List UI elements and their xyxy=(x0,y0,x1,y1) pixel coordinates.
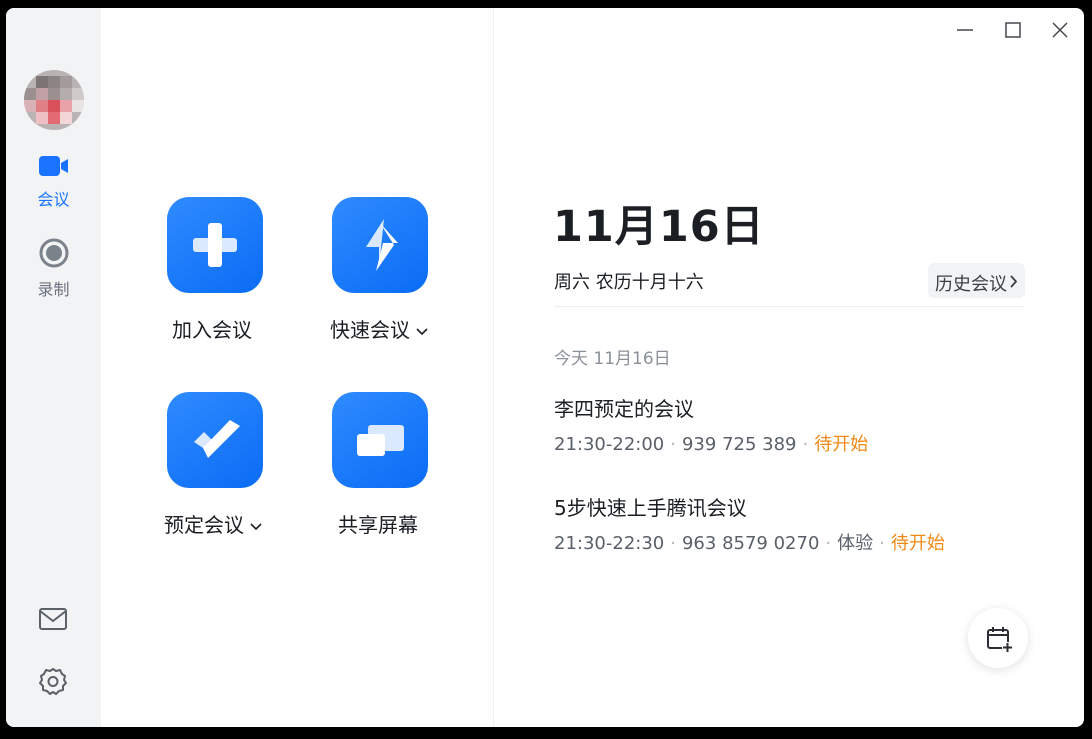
share-screen-icon xyxy=(357,425,404,456)
close-button[interactable] xyxy=(1044,16,1076,44)
meeting-title[interactable]: 李四预定的会议 xyxy=(554,393,694,422)
mail-icon[interactable] xyxy=(38,606,68,636)
join-meeting-button[interactable] xyxy=(167,197,263,293)
add-calendar-icon xyxy=(987,627,1013,653)
quick-meeting-label[interactable]: 快速会议 xyxy=(330,314,428,343)
history-meetings-label: 历史会议 xyxy=(935,274,1007,295)
quick-meeting-button[interactable] xyxy=(332,197,428,293)
avatar[interactable] xyxy=(24,70,84,130)
divider-line xyxy=(554,306,1025,307)
meeting-meta: 21:30-22:00 · 939 725 389 · 待开始 xyxy=(554,434,869,455)
settings-gear-icon[interactable] xyxy=(38,666,68,700)
meeting-title[interactable]: 5步快速上手腾讯会议 xyxy=(554,492,747,521)
app-window: 会议 录制 加入会议 快速会议 预定会议 共享屏幕 11月16日 周六 农历十月… xyxy=(6,8,1084,727)
video-camera-icon xyxy=(38,156,68,176)
checkmark-icon xyxy=(194,420,240,458)
meeting-tag: 体验 xyxy=(837,533,874,554)
share-screen-button[interactable] xyxy=(332,392,428,488)
meeting-id: 939 725 389 xyxy=(681,434,797,455)
meeting-time: 21:30-22:30 xyxy=(554,533,665,554)
meeting-id: 963 8579 0270 xyxy=(681,533,820,554)
status-badge: 待开始 xyxy=(814,434,869,455)
status-badge: 待开始 xyxy=(890,533,945,554)
lightning-icon xyxy=(366,219,398,271)
minimize-button[interactable] xyxy=(949,16,981,44)
join-meeting-label[interactable]: 加入会议 xyxy=(172,314,252,343)
sidebar: 会议 录制 xyxy=(6,8,101,727)
maximize-icon xyxy=(1005,22,1021,38)
minimize-icon xyxy=(957,29,973,31)
record-icon xyxy=(39,238,68,268)
history-meetings-button[interactable]: 历史会议 xyxy=(928,263,1025,298)
chevron-down-icon[interactable] xyxy=(416,327,428,336)
meeting-meta: 21:30-22:30 · 963 8579 0270 · 体验 · 待开始 xyxy=(554,533,945,554)
meeting-time: 21:30-22:00 xyxy=(554,434,665,455)
schedule-meeting-label[interactable]: 预定会议 xyxy=(164,509,262,538)
maximize-button[interactable] xyxy=(997,16,1029,44)
plus-icon xyxy=(193,223,237,267)
panel-divider xyxy=(493,8,494,727)
schedule-meeting-button[interactable] xyxy=(167,392,263,488)
sidebar-item-record[interactable]: 录制 xyxy=(6,238,101,300)
sidebar-item-label: 会议 xyxy=(37,190,70,209)
sidebar-item-meeting[interactable]: 会议 xyxy=(6,154,101,210)
weekday-lunar-date: 周六 农历十月十六 xyxy=(554,272,704,293)
close-icon xyxy=(1052,22,1068,38)
chevron-down-icon[interactable] xyxy=(250,522,262,531)
section-header: 今天 11月16日 xyxy=(554,349,671,369)
page-title: 11月16日 xyxy=(553,202,765,252)
share-screen-label[interactable]: 共享屏幕 xyxy=(338,509,418,538)
sidebar-item-label: 录制 xyxy=(37,280,70,299)
add-schedule-button[interactable] xyxy=(968,608,1028,668)
chevron-right-icon xyxy=(1010,275,1018,288)
